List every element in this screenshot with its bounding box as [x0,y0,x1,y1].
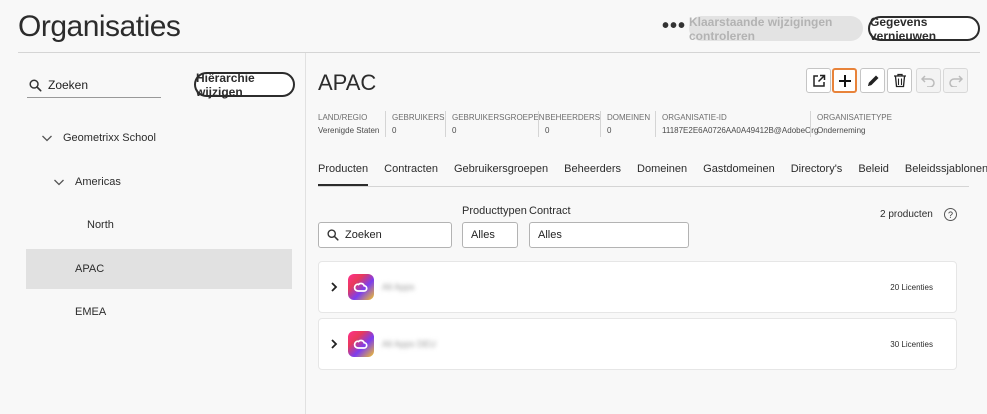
review-changes-button: Klaarstaande wijzigingen controleren [689,15,863,43]
header-divider [18,52,980,53]
product-name: All Apps DEU [382,339,437,349]
producttypes-select[interactable]: Alles [462,222,518,248]
meta-separator [600,111,601,137]
chevron-down-icon[interactable] [41,132,53,144]
contract-select[interactable]: Alles [529,222,689,248]
org-title: APAC [318,70,377,95]
undo-button [916,68,941,93]
meta-users: GEBRUIKERS 0 [392,113,445,135]
tree-item-label: Americas [75,176,121,188]
tree-item-americas[interactable]: Americas [53,176,121,188]
meta-separator [810,111,811,137]
tab-bar: Producten Contracten Gebruikersgroepen B… [318,163,987,186]
refresh-data-button[interactable]: Gegevens vernieuwen [868,15,980,43]
creative-cloud-logo-icon [348,331,374,357]
trash-icon [893,73,906,88]
contract-label: Contract [529,205,571,217]
tree-selected-highlight [26,249,292,289]
redo-button [943,68,968,93]
more-options-button[interactable]: ••• [662,16,686,36]
chevron-down-icon[interactable] [53,176,65,188]
product-licenses: 20 Licenties [890,282,933,292]
open-external-button[interactable] [806,68,831,93]
tab-divider [318,186,969,187]
search-icon [327,229,339,241]
tree-item-label: North [87,219,114,231]
edit-button[interactable] [860,68,885,93]
producttypes-label: Producttypen [462,205,527,217]
product-search-field[interactable]: Zoeken [318,222,452,248]
tab-policies[interactable]: Beleid [858,163,889,183]
product-row[interactable]: All Apps DEU 30 Licenties [318,318,957,370]
meta-domains: DOMEINEN 0 [607,113,651,135]
product-row[interactable]: All Apps 20 Licenties [318,261,957,313]
meta-country: LAND/REGIO Verenigde Staten [318,113,380,135]
add-button[interactable] [832,68,857,93]
meta-separator [538,111,539,137]
delete-button[interactable] [887,68,912,93]
meta-org-type: ORGANISATIETYPE Onderneming [817,113,892,135]
tree-item-label: EMEA [75,306,107,318]
sidebar-search[interactable] [27,73,161,98]
product-name: All Apps [382,282,415,292]
tree-item-apac[interactable]: APAC [75,263,104,275]
meta-separator [655,111,656,137]
product-search-placeholder: Zoeken [345,229,382,241]
undo-icon [921,75,935,87]
sidebar-search-input[interactable] [48,78,148,92]
tree-item-label: APAC [75,263,105,275]
meta-user-groups: GEBRUIKERSGROEPEN 0 [452,113,545,135]
tab-trusted-domains[interactable]: Gastdomeinen [703,163,775,183]
tab-contracts[interactable]: Contracten [384,163,438,183]
tab-products[interactable]: Producten [318,163,369,186]
meta-separator [445,111,446,137]
tab-admins[interactable]: Beheerders [564,163,621,183]
chevron-right-icon[interactable] [330,282,338,292]
contract-value: Alles [538,229,562,241]
tab-user-groups[interactable]: Gebruikersgroepen [454,163,548,183]
tab-policy-templates[interactable]: Beleidssjablonen [905,163,987,183]
tree-item-label: Geometrixx School [63,132,156,144]
tree-item-geometrixx-school[interactable]: Geometrixx School [41,132,156,144]
sidebar-divider [305,53,306,414]
tree-item-emea[interactable]: EMEA [75,306,106,318]
search-icon [29,78,42,92]
tab-domains[interactable]: Domeinen [637,163,687,183]
tab-directories[interactable]: Directory's [791,163,843,183]
chevron-right-icon[interactable] [330,339,338,349]
meta-org-id: ORGANISATIE-ID 11187E2E6A0726AA0A49412B@A… [662,113,819,135]
pencil-icon [867,75,878,86]
product-licenses: 30 Licenties [890,339,933,349]
external-link-icon [812,74,825,87]
meta-admins: BEHEERDERS 0 [545,113,601,135]
tree-item-north[interactable]: North [87,219,114,231]
plus-icon [838,74,851,87]
meta-separator [385,111,386,137]
producttypes-value: Alles [471,229,495,241]
creative-cloud-logo-icon [348,274,374,300]
page-title: Organisaties [18,10,181,43]
redo-icon [949,75,963,87]
product-count: 2 producten [880,209,933,220]
change-hierarchy-button[interactable]: Hiërarchie wijzigen [194,71,295,99]
help-icon[interactable]: ? [944,208,957,221]
